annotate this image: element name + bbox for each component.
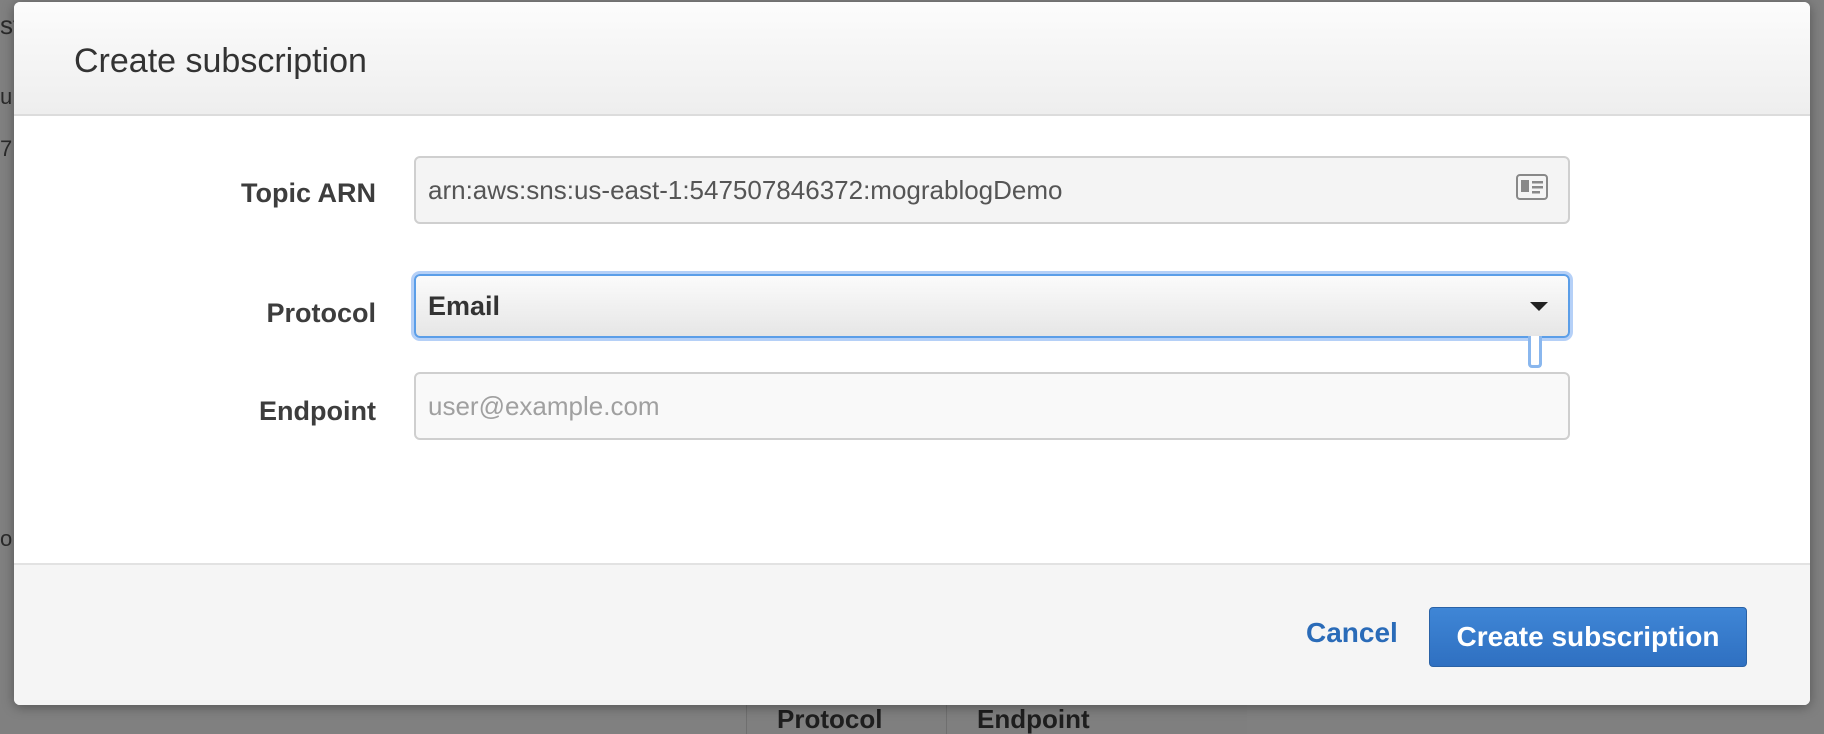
id-card-icon[interactable] <box>1516 174 1548 200</box>
create-subscription-dialog: Create subscription Topic ARN Protocol E… <box>14 2 1810 705</box>
topic-arn-input[interactable] <box>414 156 1570 224</box>
background-column-label: Protocol <box>777 704 883 734</box>
focus-ring-fragment <box>1528 336 1542 368</box>
background-column-label: Endpoint <box>977 704 1090 734</box>
dialog-footer: Cancel Create subscription <box>14 563 1810 705</box>
create-subscription-button[interactable]: Create subscription <box>1429 607 1747 667</box>
background-text-fragment: u <box>0 84 13 109</box>
endpoint-input[interactable] <box>414 372 1570 440</box>
topic-arn-label: Topic ARN <box>241 178 376 208</box>
topic-arn-field-wrapper <box>414 156 1570 224</box>
caret-down-icon <box>1530 302 1548 311</box>
protocol-selected-value: Email <box>428 291 501 321</box>
background-column-header-endpoint: Endpoint <box>946 700 1247 734</box>
dialog-header: Create subscription <box>14 2 1810 116</box>
dialog-title: Create subscription <box>74 42 367 80</box>
background-text-fragment: 7 <box>0 136 13 161</box>
protocol-select[interactable]: Email <box>414 274 1570 338</box>
cancel-button[interactable]: Cancel <box>1306 617 1398 649</box>
background-column-header-protocol: Protocol <box>746 700 947 734</box>
endpoint-label: Endpoint <box>259 396 376 426</box>
background-text-fragment: o <box>0 526 13 551</box>
protocol-label: Protocol <box>266 298 376 328</box>
